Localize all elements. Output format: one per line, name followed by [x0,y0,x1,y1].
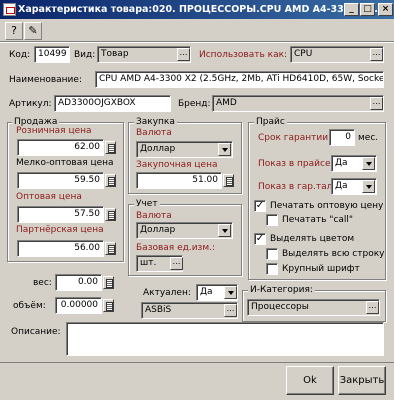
large-font-checkbox[interactable] [266,263,278,275]
partner-price-field[interactable]: 56.00 [17,240,104,257]
warranty-label: Срок гарантии [258,133,329,143]
purchase-price-field[interactable]: 51.00 [136,172,222,189]
print-call-checkbox[interactable] [266,214,278,226]
supplier-select-button[interactable]: … [224,304,237,317]
weight-field[interactable]: 0.00 [55,274,102,291]
print-call-label: Печатать "call" [282,215,354,225]
retail-price-label: Розничная цена [16,126,92,136]
weight-label: вес: [33,278,52,288]
large-font-label: Крупный шрифт [282,264,360,274]
show-in-price-label: Показ в прайсе [258,159,331,169]
small-wholesale-price-label: Мелко-оптовая цена [16,158,114,168]
highlight-row-checkbox[interactable] [266,248,278,260]
show-in-price-dropdown[interactable] [362,157,375,170]
base-unit-select-button[interactable]: … [170,257,183,270]
base-unit-label: Базовая ед.изм.: [136,243,216,253]
category-group-title: И-Категория: [248,284,315,296]
close-window-button[interactable]: × [378,3,393,16]
wholesale-price-label: Оптовая цена [16,192,82,202]
window-title: Характеристика товара:020. ПРОЦЕССОРЫ.CP… [18,4,386,15]
accounting-currency-dropdown[interactable] [218,224,231,237]
wholesale-price-field[interactable]: 57.50 [17,206,104,223]
warranty-field[interactable]: 0 [329,129,355,146]
view-select-button[interactable]: … [177,48,190,61]
app-icon [3,3,16,16]
volume-field[interactable]: 0.00000 [55,297,102,314]
name-field[interactable]: CPU AMD A4-3300 X2 (2.5GHz, 2Mb, ATi HD6… [95,71,384,88]
code-label: Код: [9,50,31,60]
use-as-select-button[interactable]: … [370,48,383,61]
retail-price-field[interactable]: 62.00 [17,139,104,156]
purchase-price-label: Закупочная цена [136,160,218,170]
description-label: Описание: [11,327,61,337]
small-wholesale-price-field[interactable]: 59.50 [17,172,104,189]
partner-price-label: Партнёрская цена [16,225,104,235]
volume-label: объём: [13,301,46,311]
brand-field[interactable]: AMD [212,95,384,112]
minimize-button[interactable]: _ [344,3,359,16]
small-wholesale-calc-icon[interactable] [105,174,116,187]
purchase-currency-label: Валюта [136,128,172,138]
article-label: Артикул: [9,99,52,109]
category-field[interactable]: Процессоры [247,299,380,316]
accounting-currency-label: Валюта [136,211,172,221]
ok-button[interactable]: Ok [286,366,334,395]
partner-calc-icon[interactable] [105,242,116,255]
toolbar-separator-highlight [0,42,394,43]
purchase-calc-icon[interactable] [223,174,234,187]
highlight-row-label: Выделять всю строку [282,249,385,259]
description-textarea[interactable] [66,322,384,356]
highlight-color-checkbox[interactable]: ✓ [254,233,266,245]
weight-calc-icon[interactable] [103,276,114,289]
help-button[interactable]: ? [5,22,23,40]
close-button[interactable]: Закрыть [338,366,386,395]
actual-dropdown[interactable] [224,286,237,299]
highlight-color-label: Выделять цветом [270,234,355,244]
warranty-unit-label: мес. [358,133,379,143]
category-select-button[interactable]: … [366,301,379,314]
purchase-currency-dropdown[interactable] [218,143,231,156]
brand-label: Бренд: [178,99,211,109]
retail-price-calc-icon[interactable] [105,141,116,154]
print-wholesale-checkbox[interactable]: ✓ [254,200,266,212]
footer-separator [0,362,394,363]
title-bar[interactable]: Характеристика товара:020. ПРОЦЕССОРЫ.CP… [0,0,394,19]
show-in-warranty-label: Показ в гар.тал [258,182,333,192]
volume-calc-icon[interactable] [103,299,114,312]
wholesale-calc-icon[interactable] [105,208,116,221]
tool-button[interactable]: ✎ [24,22,42,40]
article-field[interactable]: AD3300OJGXBOX [54,95,171,112]
show-in-warranty-dropdown[interactable] [362,180,375,193]
pricelist-group-title: Прайс [254,116,287,128]
use-as-label: Использовать как: [199,50,288,60]
print-wholesale-label: Печатать оптовую цену [270,201,384,211]
name-label: Наименование: [9,75,82,85]
brand-select-button[interactable]: … [370,97,383,110]
maximize-button[interactable]: □ [360,3,375,16]
view-label: Вид: [74,50,96,60]
actual-label: Актуален: [143,288,191,298]
code-field[interactable]: 10499 [34,46,70,63]
